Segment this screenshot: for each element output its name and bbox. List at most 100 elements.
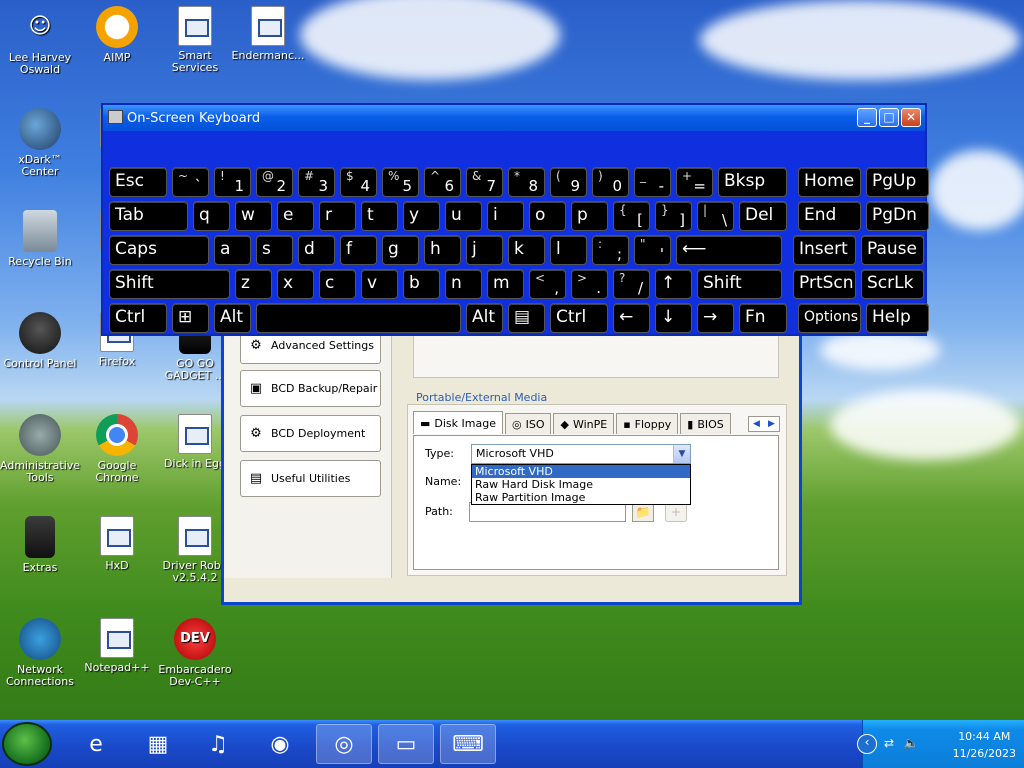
close-button[interactable]: ✕ xyxy=(901,108,921,127)
key[interactable]: PrtScn xyxy=(793,269,856,299)
key[interactable]: #3 xyxy=(298,167,335,197)
key[interactable]: :; xyxy=(592,235,629,265)
key[interactable]: → xyxy=(697,303,734,333)
key[interactable]: Alt xyxy=(214,303,251,333)
key[interactable]: Options xyxy=(798,303,861,333)
key[interactable]: Caps xyxy=(109,235,209,265)
key[interactable]: q xyxy=(193,201,230,231)
key[interactable]: e xyxy=(277,201,314,231)
key[interactable]: ⊞ xyxy=(172,303,209,333)
show-hidden-icons-button[interactable]: ‹ xyxy=(857,734,877,754)
key[interactable]: j xyxy=(466,235,503,265)
store-icon[interactable]: ▦ xyxy=(130,724,186,764)
tab-disk-image[interactable]: ▬ Disk Image xyxy=(413,411,503,434)
key[interactable]: c xyxy=(319,269,356,299)
key[interactable]: Ctrl xyxy=(109,303,167,333)
key[interactable]: i xyxy=(487,201,524,231)
desktop-icon[interactable]: HxD xyxy=(77,516,157,572)
key[interactable]: Alt xyxy=(466,303,503,333)
key[interactable]: p xyxy=(571,201,608,231)
path-input[interactable] xyxy=(469,502,626,522)
chrome-icon[interactable]: ◎ xyxy=(316,724,372,764)
key[interactable]: {[ xyxy=(613,201,650,231)
clock[interactable]: 10:44 AM 11/26/2023 xyxy=(953,728,1016,762)
network-icon[interactable]: ⇄ xyxy=(881,736,897,752)
key[interactable]: ↓ xyxy=(655,303,692,333)
type-option[interactable]: Microsoft VHD xyxy=(472,465,690,478)
bcd-backup-repair-button[interactable]: ▣ BCD Backup/Repair xyxy=(240,370,381,407)
key[interactable]: Insert xyxy=(793,235,856,265)
desktop-icon[interactable]: Smart Services xyxy=(155,6,235,74)
tab-scroll-right-button[interactable]: ▶ xyxy=(764,417,779,431)
minimize-button[interactable]: _ xyxy=(857,108,877,127)
key[interactable]: PgDn xyxy=(866,201,929,231)
volume-icon[interactable]: 🔈 xyxy=(903,736,919,752)
key[interactable]: s xyxy=(256,235,293,265)
desktop-icon[interactable]: Notepad++ xyxy=(77,618,157,674)
key[interactable]: (9 xyxy=(550,167,587,197)
key[interactable]: $4 xyxy=(340,167,377,197)
key[interactable]: ! 1 xyxy=(214,167,251,197)
key[interactable]: d xyxy=(298,235,335,265)
key[interactable]: Shift xyxy=(109,269,230,299)
key[interactable]: Del xyxy=(739,201,787,231)
tab-bios[interactable]: ▮ BIOS xyxy=(680,413,731,434)
desktop-icon[interactable]: Recycle Bin xyxy=(0,210,80,268)
key[interactable]: g xyxy=(382,235,419,265)
desktop-icon[interactable]: Extras xyxy=(0,516,80,574)
key[interactable]: ▤ xyxy=(508,303,545,333)
ie-icon[interactable]: e xyxy=(68,724,124,764)
start-button[interactable] xyxy=(2,722,52,766)
key[interactable]: Ctrl xyxy=(550,303,608,333)
desktop-icon[interactable]: xDark™ Center xyxy=(0,108,80,178)
key[interactable]: + = xyxy=(676,167,713,197)
maximize-button[interactable]: □ xyxy=(879,108,899,127)
key[interactable]: ) 0 xyxy=(592,167,629,197)
key[interactable]: End xyxy=(798,201,861,231)
tab-iso[interactable]: ◎ ISO xyxy=(504,413,552,434)
type-option[interactable]: Raw Partition Image xyxy=(472,491,690,504)
key[interactable] xyxy=(256,303,461,333)
desktop-icon[interactable]: Google Chrome xyxy=(77,414,157,484)
key[interactable]: t xyxy=(361,201,398,231)
key[interactable]: & 7 xyxy=(466,167,503,197)
key[interactable]: " ' xyxy=(634,235,671,265)
desktop-icon[interactable]: AIMP xyxy=(77,6,157,64)
desktop-icon[interactable]: Administrative Tools xyxy=(0,414,80,484)
key[interactable]: Tab xyxy=(109,201,188,231)
chevron-down-icon[interactable]: ▼ xyxy=(673,445,690,463)
key[interactable]: f xyxy=(340,235,377,265)
key[interactable]: Pause xyxy=(861,235,924,265)
desktop-icon[interactable]: DEV Embarcadero Dev-C++ xyxy=(155,618,235,688)
key[interactable]: u xyxy=(445,201,482,231)
add-entry-button[interactable]: + xyxy=(665,502,687,522)
type-option[interactable]: Raw Hard Disk Image xyxy=(472,478,690,491)
key[interactable]: x xyxy=(277,269,314,299)
key[interactable]: PgUp xyxy=(866,167,929,197)
keyboard-app-icon[interactable]: ⌨ xyxy=(440,724,496,764)
key[interactable]: w xyxy=(235,201,272,231)
key[interactable]: Bksp xyxy=(718,167,787,197)
music-icon[interactable]: ♫ xyxy=(190,724,246,764)
key[interactable]: ← xyxy=(613,303,650,333)
key[interactable]: _ - xyxy=(634,167,671,197)
key[interactable]: ~ ` xyxy=(172,167,209,197)
key[interactable]: n xyxy=(445,269,482,299)
key[interactable]: ^ 6 xyxy=(424,167,461,197)
key[interactable]: l xyxy=(550,235,587,265)
desktop-icon[interactable]: Endermanc... xyxy=(228,6,308,62)
key[interactable]: ScrLk xyxy=(861,269,924,299)
key[interactable]: a xyxy=(214,235,251,265)
desktop-icon[interactable]: Network Connections xyxy=(0,618,80,688)
tab-winpe[interactable]: ◆ WinPE xyxy=(553,413,615,434)
browse-button[interactable]: 📁 xyxy=(632,502,654,522)
tab-floppy[interactable]: ▪ Floppy xyxy=(616,413,679,434)
key[interactable]: Fn xyxy=(739,303,787,333)
desktop-icon[interactable]: ☺ Lee Harvey Oswald xyxy=(0,6,80,76)
key[interactable]: v xyxy=(361,269,398,299)
key[interactable]: * 8 xyxy=(508,167,545,197)
key[interactable]: r xyxy=(319,201,356,231)
key[interactable]: ⟵ xyxy=(676,235,782,265)
key[interactable]: | \ xyxy=(697,201,734,231)
key[interactable]: m xyxy=(487,269,524,299)
